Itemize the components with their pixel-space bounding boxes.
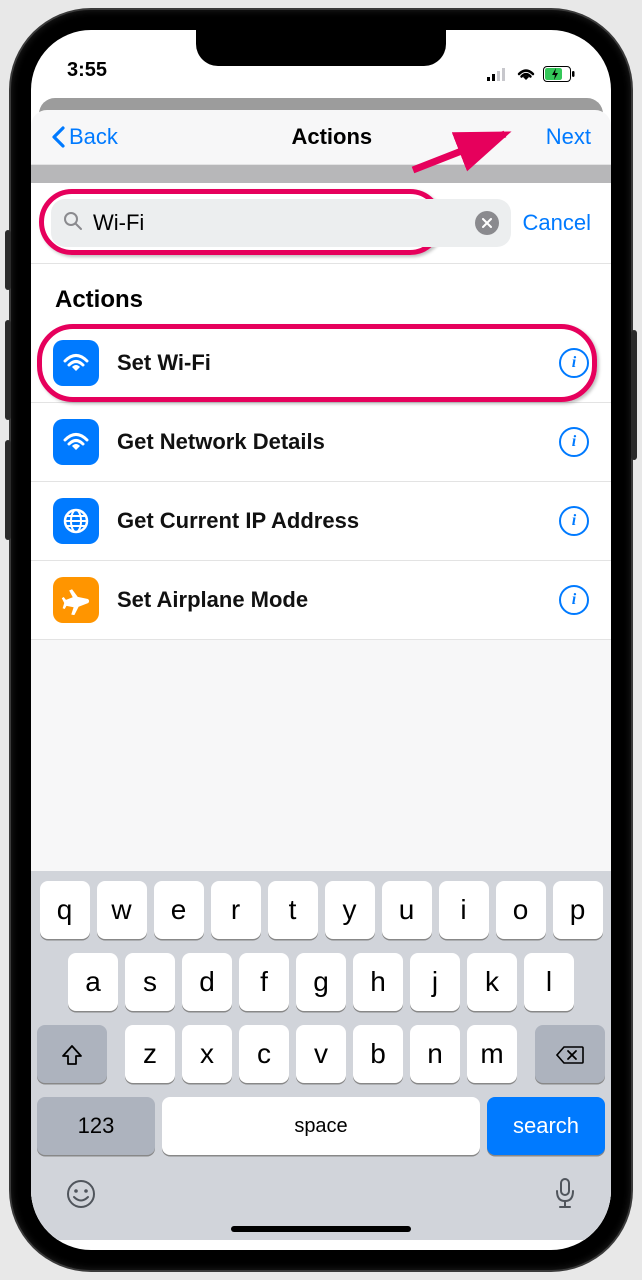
key-v[interactable]: v	[296, 1025, 346, 1083]
silence-switch	[5, 230, 11, 290]
key-x[interactable]: x	[182, 1025, 232, 1083]
device-frame: 3:55 Back Actions	[11, 10, 631, 1270]
key-u[interactable]: u	[382, 881, 432, 939]
cellular-signal-icon	[487, 67, 509, 81]
search-input[interactable]	[91, 209, 475, 237]
globe-icon	[53, 498, 99, 544]
next-button[interactable]: Next	[546, 124, 591, 150]
key-o[interactable]: o	[496, 881, 546, 939]
nav-title: Actions	[291, 124, 372, 150]
action-row-get-current-ip-address[interactable]: Get Current IP Address i	[31, 482, 611, 561]
keyboard: qwertyuiop asdfghjkl zxcvbnm 123 space s…	[31, 871, 611, 1240]
key-l[interactable]: l	[524, 953, 574, 1011]
volume-down-button	[5, 440, 11, 540]
key-w[interactable]: w	[97, 881, 147, 939]
key-q[interactable]: q	[40, 881, 90, 939]
key-k[interactable]: k	[467, 953, 517, 1011]
emoji-key[interactable]	[65, 1178, 97, 1215]
space-key[interactable]: space	[162, 1097, 480, 1155]
search-row: Cancel	[31, 183, 611, 264]
backspace-key[interactable]	[535, 1025, 605, 1083]
key-j[interactable]: j	[410, 953, 460, 1011]
shift-key[interactable]	[37, 1025, 107, 1083]
next-label: Next	[546, 124, 591, 150]
key-b[interactable]: b	[353, 1025, 403, 1083]
key-g[interactable]: g	[296, 953, 346, 1011]
action-row-set-airplane-mode[interactable]: Set Airplane Mode i	[31, 561, 611, 640]
info-icon[interactable]: i	[559, 506, 589, 536]
numbers-key[interactable]: 123	[37, 1097, 155, 1155]
back-label: Back	[69, 124, 118, 150]
key-e[interactable]: e	[154, 881, 204, 939]
actions-list: Set Wi-Fi i Get Network Details i Get Cu…	[31, 324, 611, 640]
key-m[interactable]: m	[467, 1025, 517, 1083]
modal-sheet: Back Actions Next	[31, 110, 611, 1240]
key-i[interactable]: i	[439, 881, 489, 939]
key-h[interactable]: h	[353, 953, 403, 1011]
dictation-key[interactable]	[553, 1177, 577, 1216]
action-label: Get Network Details	[117, 429, 559, 455]
search-key[interactable]: search	[487, 1097, 605, 1155]
action-label: Set Airplane Mode	[117, 587, 559, 613]
home-indicator[interactable]	[231, 1226, 411, 1232]
nav-bar: Back Actions Next	[31, 110, 611, 165]
cancel-button[interactable]: Cancel	[523, 210, 591, 236]
key-s[interactable]: s	[125, 953, 175, 1011]
battery-charging-icon	[543, 66, 575, 82]
key-z[interactable]: z	[125, 1025, 175, 1083]
key-n[interactable]: n	[410, 1025, 460, 1083]
search-icon	[63, 211, 83, 236]
key-c[interactable]: c	[239, 1025, 289, 1083]
action-label: Get Current IP Address	[117, 508, 559, 534]
action-row-set-wifi[interactable]: Set Wi-Fi i	[31, 324, 611, 403]
key-r[interactable]: r	[211, 881, 261, 939]
action-row-get-network-details[interactable]: Get Network Details i	[31, 403, 611, 482]
back-button[interactable]: Back	[51, 124, 118, 150]
action-label: Set Wi-Fi	[117, 350, 559, 376]
key-a[interactable]: a	[68, 953, 118, 1011]
device-notch	[196, 30, 446, 66]
sheet-gray-band	[31, 165, 611, 183]
key-p[interactable]: p	[553, 881, 603, 939]
airplane-icon	[53, 577, 99, 623]
section-header-actions: Actions	[31, 264, 611, 324]
wifi-icon	[53, 340, 99, 386]
search-field[interactable]	[51, 199, 511, 247]
key-t[interactable]: t	[268, 881, 318, 939]
power-button	[631, 330, 637, 460]
status-time: 3:55	[67, 59, 107, 82]
key-f[interactable]: f	[239, 953, 289, 1011]
info-icon[interactable]: i	[559, 427, 589, 457]
key-y[interactable]: y	[325, 881, 375, 939]
info-icon[interactable]: i	[559, 585, 589, 615]
volume-up-button	[5, 320, 11, 420]
wifi-icon	[515, 66, 537, 82]
key-d[interactable]: d	[182, 953, 232, 1011]
clear-text-button[interactable]	[475, 211, 499, 235]
wifi-icon	[53, 419, 99, 465]
info-icon[interactable]: i	[559, 348, 589, 378]
